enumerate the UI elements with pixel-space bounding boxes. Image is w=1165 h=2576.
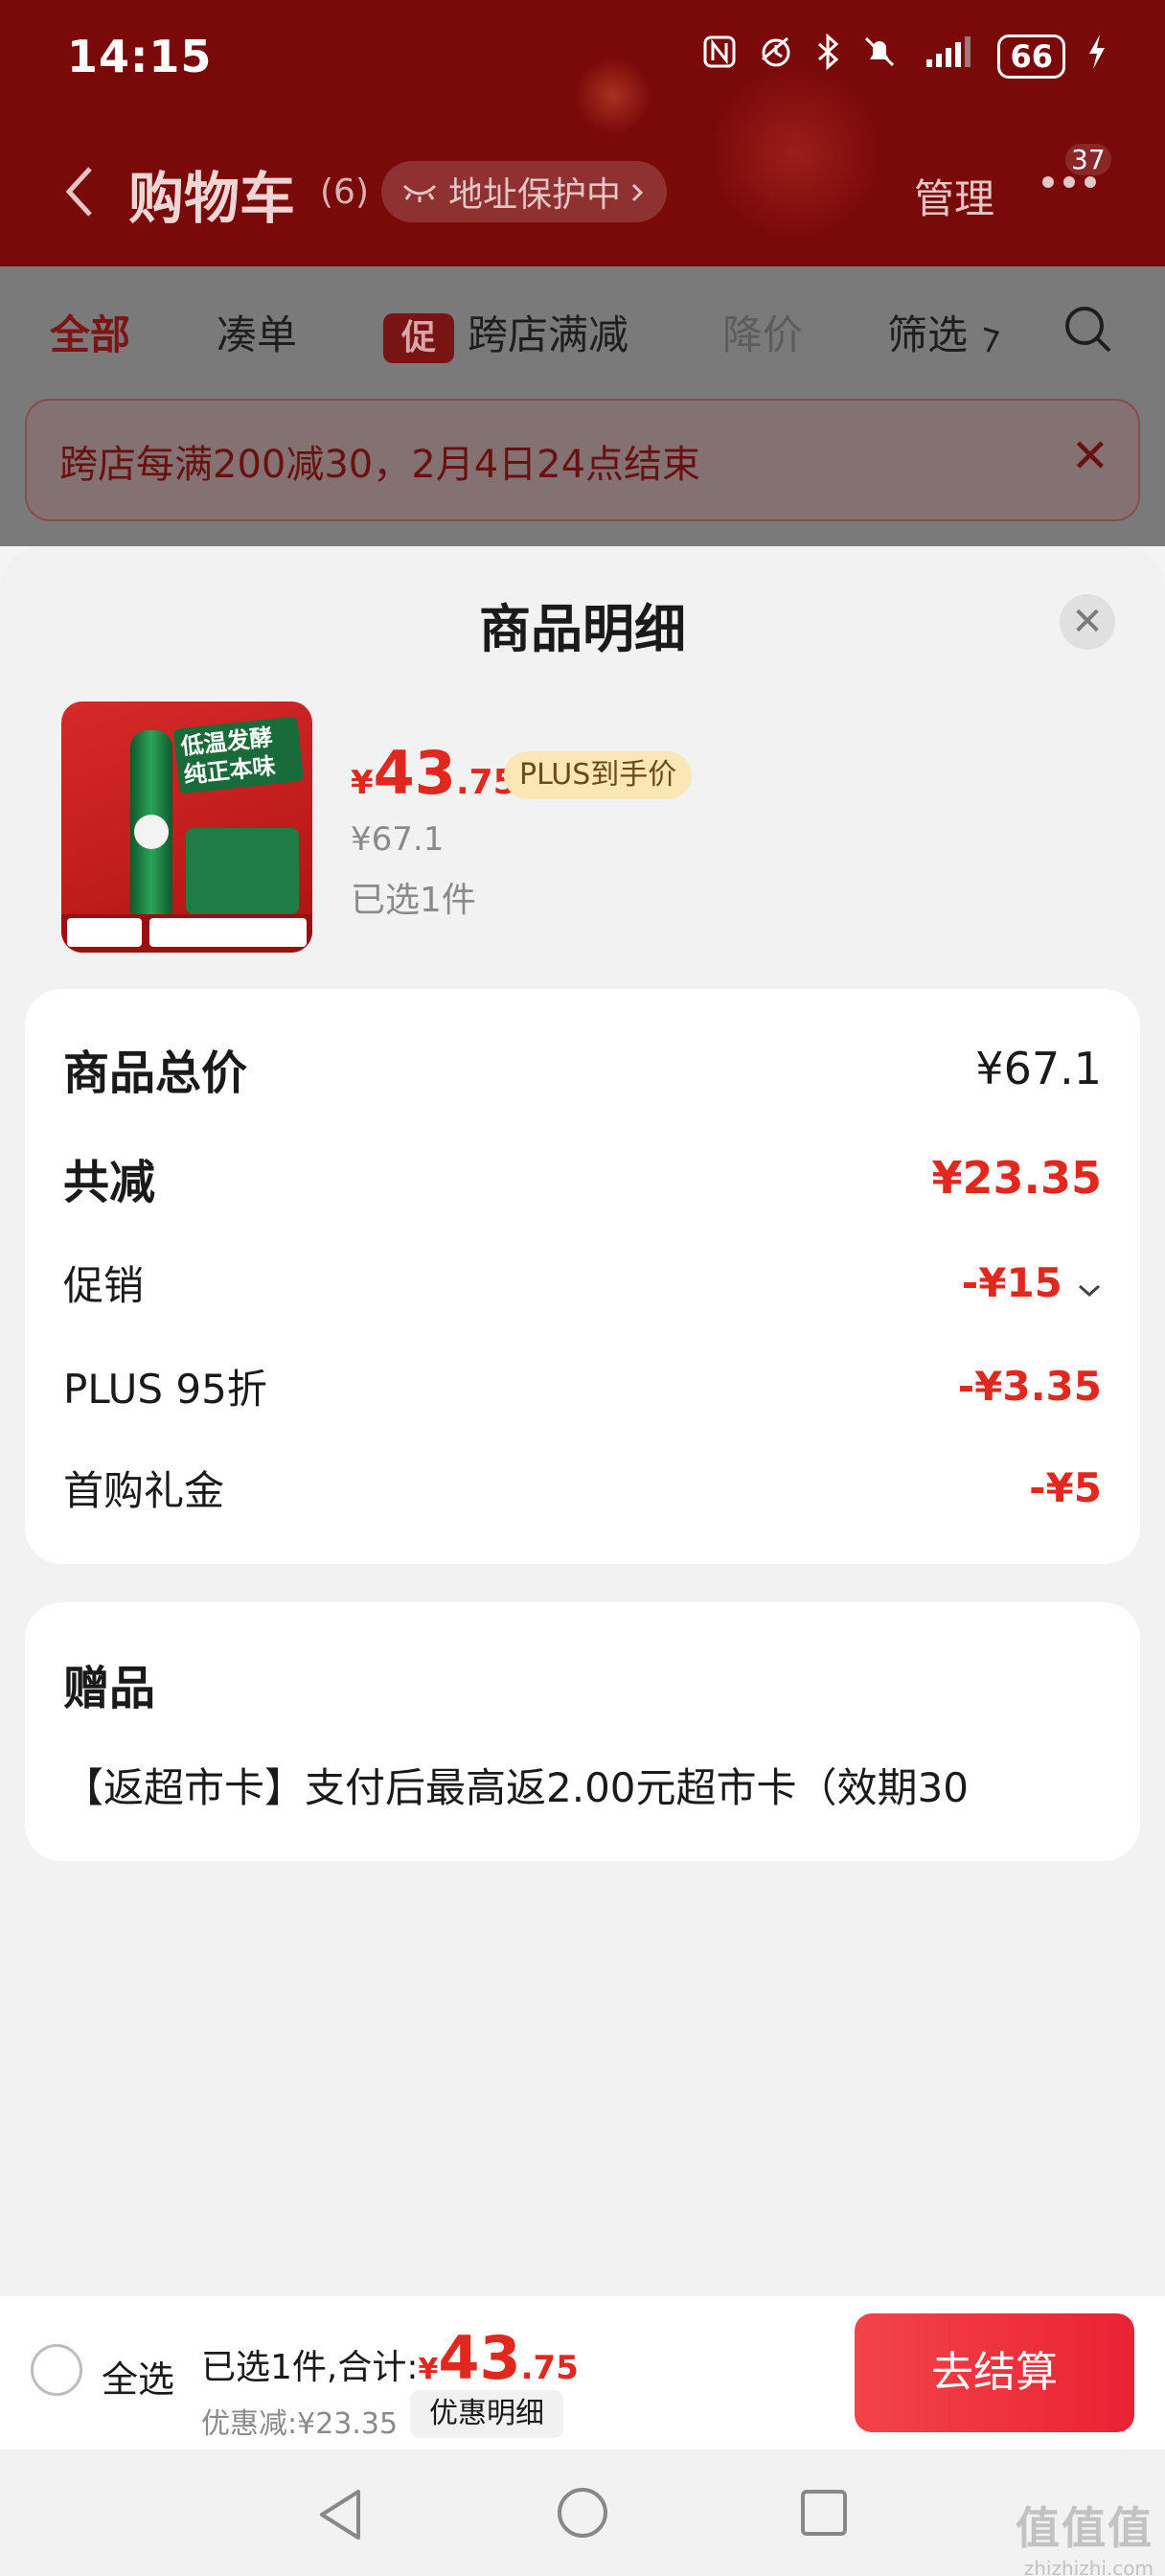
promotion-value-wrap: -¥15 bbox=[962, 1259, 1102, 1307]
status-icons: 66 bbox=[702, 33, 1108, 80]
promo-banner: 跨店每满200减30，2月4日24点结束 ✕ bbox=[25, 399, 1140, 521]
promo-banner-text: 跨店每满200减30，2月4日24点结束 bbox=[59, 443, 701, 487]
page-title: 购物车 bbox=[128, 166, 296, 231]
filter-all-tab[interactable]: 全部 bbox=[50, 303, 130, 361]
mute-icon bbox=[861, 34, 898, 79]
total-integer: 43 bbox=[438, 2323, 521, 2393]
bluetooth-icon bbox=[815, 33, 840, 79]
gift-card: 赠品 【返超市卡】支付后最高返2.00元超市卡（效期30 bbox=[25, 1602, 1140, 1861]
price-integer: 43 bbox=[373, 738, 456, 808]
sheet-title: 商品明细 bbox=[479, 599, 686, 659]
total-reduction-label: 共减 bbox=[63, 1156, 156, 1209]
selected-count: 已选1件 bbox=[351, 881, 476, 920]
filter-combine-tab[interactable]: 凑单 bbox=[217, 303, 297, 361]
product-price: ¥ 43 .75 bbox=[351, 738, 517, 808]
image-info-box bbox=[67, 918, 142, 947]
system-back-icon[interactable] bbox=[316, 2488, 364, 2545]
total-price-label: 商品总价 bbox=[63, 1046, 248, 1100]
first-purchase-row: 首购礼金 -¥5 bbox=[63, 1459, 1102, 1517]
image-headline: 低温发酵 纯正本味 bbox=[172, 716, 305, 794]
plus-discount-value: -¥3.35 bbox=[957, 1363, 1102, 1410]
bottle-label-graphic bbox=[134, 815, 169, 849]
promo-tag: 促 bbox=[383, 312, 454, 363]
gift-description: 【返超市卡】支付后最高返2.00元超市卡（效期30 bbox=[63, 1764, 969, 1811]
system-recents-icon[interactable] bbox=[801, 2490, 847, 2536]
app-header: 14:15 66 购物车 (6) 地址保护中 管理 37 bbox=[0, 0, 1165, 266]
search-icon[interactable] bbox=[1063, 305, 1113, 355]
discount-amount: 优惠减:¥23.35 bbox=[201, 2407, 399, 2441]
plus-price-tag: PLUS到手价 bbox=[504, 751, 693, 799]
nfc-icon bbox=[702, 34, 737, 78]
manage-button[interactable]: 管理 bbox=[914, 167, 994, 225]
chevron-right-icon bbox=[630, 172, 644, 212]
total-currency: ¥ bbox=[418, 2353, 439, 2386]
system-navigation-bar: 值值值 zhizhizhi.com bbox=[0, 2450, 1165, 2576]
cross-store-label: 跨店满减 bbox=[468, 311, 629, 358]
filter-label: 筛选 bbox=[887, 311, 969, 358]
message-badge: 37 bbox=[1065, 144, 1111, 175]
total-decimal: .75 bbox=[520, 2349, 579, 2387]
beer-case-graphic bbox=[186, 828, 299, 914]
price-breakdown-card: 商品总价 ¥67.1 共减 ¥23.35 促销 -¥15 PLUS 95折 -¥… bbox=[25, 989, 1140, 1564]
discount-detail-button[interactable]: 优惠明细 bbox=[410, 2390, 563, 2438]
charging-icon bbox=[1086, 33, 1108, 80]
cart-count: (6) bbox=[320, 172, 369, 212]
status-time: 14:15 bbox=[67, 31, 213, 82]
select-all-checkbox[interactable] bbox=[31, 2344, 82, 2396]
price-currency: ¥ bbox=[351, 764, 374, 802]
address-protection-label: 地址保护中 bbox=[448, 175, 622, 215]
promotion-label: 促销 bbox=[63, 1262, 145, 1309]
promotion-value: -¥15 bbox=[961, 1258, 1062, 1306]
first-purchase-label: 首购礼金 bbox=[63, 1467, 225, 1514]
closed-eye-icon bbox=[400, 172, 439, 212]
promotion-row[interactable]: 促销 -¥15 bbox=[63, 1254, 1102, 1312]
more-icon[interactable] bbox=[1042, 176, 1096, 188]
address-protection-pill[interactable]: 地址保护中 bbox=[381, 161, 668, 222]
close-icon[interactable]: ✕ bbox=[1071, 429, 1109, 483]
total-reduction-value: ¥23.35 bbox=[931, 1152, 1102, 1204]
first-purchase-value: -¥5 bbox=[1029, 1464, 1102, 1511]
select-all-label[interactable]: 全选 bbox=[102, 2350, 174, 2403]
plus-discount-label: PLUS 95折 bbox=[63, 1366, 267, 1413]
original-price: ¥67.1 bbox=[351, 820, 445, 859]
back-arrow-icon[interactable] bbox=[59, 165, 102, 218]
total-price-value: ¥67.1 bbox=[975, 1043, 1102, 1094]
status-bar: 14:15 66 bbox=[0, 0, 1165, 115]
cart-nav-row: 购物车 (6) 地址保护中 管理 37 bbox=[0, 144, 1165, 240]
filter-cross-store-tab[interactable]: 促跨店满减 bbox=[383, 303, 628, 363]
checkout-summary: 已选1件,合计: ¥ 43 .75 bbox=[201, 2323, 579, 2393]
checkout-button[interactable]: 去结算 bbox=[855, 2313, 1134, 2432]
total-price-row: 商品总价 ¥67.1 bbox=[63, 1035, 1102, 1102]
battery-level: 66 bbox=[997, 34, 1065, 79]
summary-text: 已选1件,合计: bbox=[201, 2348, 419, 2387]
signal-icon bbox=[919, 34, 976, 78]
watermark: 值值值 zhizhizhi.com bbox=[1016, 2502, 1154, 2576]
product-detail-sheet: 商品明细 ✕ 低温发酵 纯正本味 ¥ 43 .75 PLUS到手价 ¥67.1 已… bbox=[0, 546, 1165, 2576]
filter-arrow-icon bbox=[980, 311, 1003, 358]
alarm-icon bbox=[758, 34, 794, 79]
chevron-down-icon[interactable] bbox=[1077, 1277, 1102, 1306]
plus-discount-row: PLUS 95折 -¥3.35 bbox=[63, 1357, 1102, 1415]
filter-price-drop-tab[interactable]: 降价 bbox=[722, 303, 803, 361]
filter-button[interactable]: 筛选 bbox=[887, 303, 1003, 361]
gift-title: 赠品 bbox=[63, 1662, 156, 1715]
checkout-bar: 全选 已选1件,合计: ¥ 43 .75 优惠减:¥23.35 优惠明细 去结算 bbox=[0, 2296, 1165, 2450]
system-home-icon[interactable] bbox=[558, 2488, 607, 2538]
image-info-box bbox=[149, 918, 307, 947]
filter-bar: 全部 凑单 促跨店满减 降价 筛选 bbox=[0, 266, 1165, 391]
promo-banner-area: 跨店每满200减30，2月4日24点结束 ✕ bbox=[0, 391, 1165, 546]
total-reduction-row: 共减 ¥23.35 bbox=[63, 1144, 1102, 1211]
product-image[interactable]: 低温发酵 纯正本味 bbox=[61, 702, 312, 953]
close-icon[interactable]: ✕ bbox=[1060, 594, 1115, 650]
